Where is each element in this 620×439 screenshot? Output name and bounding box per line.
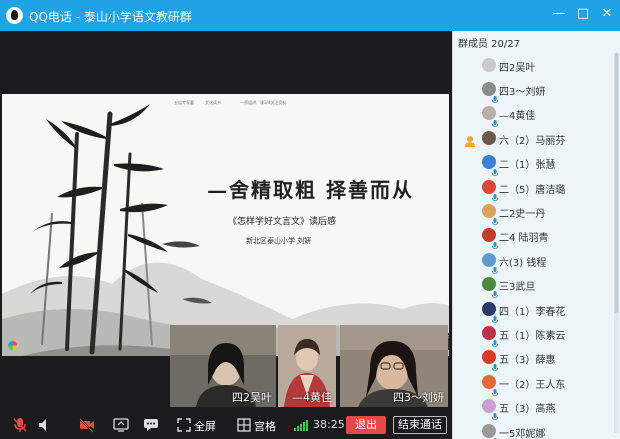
member-name: 一（2）王人东 [499, 379, 566, 391]
member-name: —4黄佳 [499, 111, 536, 123]
member-count-header: 群成员 20/27 [458, 39, 520, 50]
mic-icon [492, 260, 498, 274]
participant-thumbnail[interactable]: —4黄佳 [278, 325, 336, 407]
member-name: 二（1）张慧 [499, 160, 556, 172]
mic-icon [492, 284, 498, 298]
window-title: QQ电话 - 泰山小学语文教研群 [29, 10, 192, 24]
member-name: 五（3）薛惠 [499, 355, 556, 367]
participant-thumbnail[interactable]: 四3～刘妍 [340, 325, 448, 407]
host-user-icon [464, 132, 476, 147]
fullscreen-icon[interactable] [176, 417, 192, 433]
member-item[interactable]: 五（1）陈素云 [453, 321, 620, 347]
member-item[interactable]: 二（1）张慧 [453, 150, 620, 176]
member-item[interactable]: 二4 陆羽青 [453, 223, 620, 250]
member-list-scrollbar[interactable] [614, 53, 619, 433]
member-name: 四（1）李春花 [499, 306, 566, 318]
participant-thumbnail[interactable]: 四2吴叶 [170, 325, 276, 407]
member-name: 四2吴叶 [499, 62, 536, 74]
speaker-icon[interactable] [37, 417, 53, 433]
member-item[interactable]: 六(3) 钱程 [453, 248, 620, 274]
member-name: 六（2）马丽芬 [499, 135, 566, 147]
participant-name: 四2吴叶 [232, 391, 272, 404]
maximize-button[interactable]: □ [572, 4, 594, 24]
mic-icon [492, 211, 498, 225]
slide-subtitle: 《怎样学好文言文》读后感 [228, 217, 337, 227]
member-item[interactable]: 二2史一丹 [453, 199, 620, 225]
member-item[interactable]: 二（5）唐洁璐 [453, 175, 620, 201]
camera-off-icon[interactable] [79, 417, 95, 433]
shared-screen-slide: 五组专家蓄 文化读书 一师组讲、课3/4关注资料 —舍精取粗 择善而从 《怎样学… [2, 94, 449, 356]
mic-icon [492, 187, 498, 201]
mic-icon [492, 113, 498, 128]
participant-name: —4黄佳 [292, 391, 332, 404]
member-item[interactable]: 五（3）高燕 [453, 394, 620, 420]
call-toolbar: 全屏 宫格 38:25 退出 结束通话 [0, 410, 452, 439]
mic-icon [492, 382, 498, 396]
mic-muted-icon[interactable] [12, 417, 28, 433]
slide-author: 新北区泰山小学 刘妍 [246, 237, 312, 245]
qq-logo-icon [6, 7, 23, 24]
member-list-panel: 群成员 20/27 四2吴叶四3～刘妍 —4黄佳六（2）马丽芬 二（1）张慧 二（5）… [452, 31, 620, 439]
chat-icon[interactable] [143, 417, 159, 433]
member-name: 二4 陆羽青 [499, 233, 549, 245]
ink-bamboo-illustration [2, 104, 449, 356]
grid-icon[interactable] [236, 417, 252, 433]
member-item[interactable]: 一5邓妮娜 [453, 419, 620, 439]
signal-strength-icon [294, 419, 310, 431]
avatar [482, 130, 496, 145]
member-name: 三3武旦 [499, 282, 536, 294]
member-name: 六(3) 钱程 [499, 257, 547, 269]
title-bar: QQ电话 - 泰山小学语文教研群 — □ ✕ [0, 0, 620, 31]
exit-button[interactable]: 退出 [346, 416, 386, 434]
avatar [482, 57, 496, 72]
mic-icon [492, 162, 498, 176]
member-name: 五（1）陈素云 [499, 330, 566, 342]
member-item[interactable]: 四3～刘妍 [453, 77, 620, 103]
member-item[interactable]: 一（2）王人东 [453, 370, 620, 396]
slide-title: —舍精取粗 择善而从 [207, 178, 414, 202]
mic-icon [492, 406, 498, 420]
member-item[interactable]: —4黄佳 [453, 101, 620, 128]
end-call-button[interactable]: 结束通话 [393, 416, 447, 434]
close-button[interactable]: ✕ [596, 4, 618, 24]
mic-icon [492, 309, 498, 323]
participant-name: 四3～刘妍 [393, 391, 444, 404]
slide-app-icon [8, 341, 17, 350]
member-name: 四3～刘妍 [499, 86, 546, 98]
call-duration: 38:25 [313, 418, 345, 431]
grid-button[interactable]: 宫格 [254, 418, 276, 434]
mic-icon [492, 333, 498, 347]
member-item[interactable]: 四2吴叶 [453, 53, 620, 77]
minimize-button[interactable]: — [548, 4, 570, 24]
member-item[interactable]: 五（3）薛惠 [453, 345, 620, 372]
mic-icon [492, 235, 498, 250]
fullscreen-button[interactable]: 全屏 [194, 418, 216, 434]
member-name: 五（3）高燕 [499, 404, 556, 416]
member-item[interactable]: 三3武旦 [453, 272, 620, 298]
mic-icon [492, 357, 498, 372]
member-name: 一5邓妮娜 [499, 428, 546, 439]
mic-icon [492, 431, 498, 439]
member-item[interactable]: 四（1）李春花 [453, 297, 620, 323]
mic-icon [492, 89, 498, 103]
member-name: 二2史一丹 [499, 208, 546, 220]
screen-share-icon[interactable] [113, 417, 129, 433]
member-name: 二（5）唐洁璐 [499, 184, 566, 196]
member-item[interactable]: 六（2）马丽芬 [453, 126, 620, 150]
